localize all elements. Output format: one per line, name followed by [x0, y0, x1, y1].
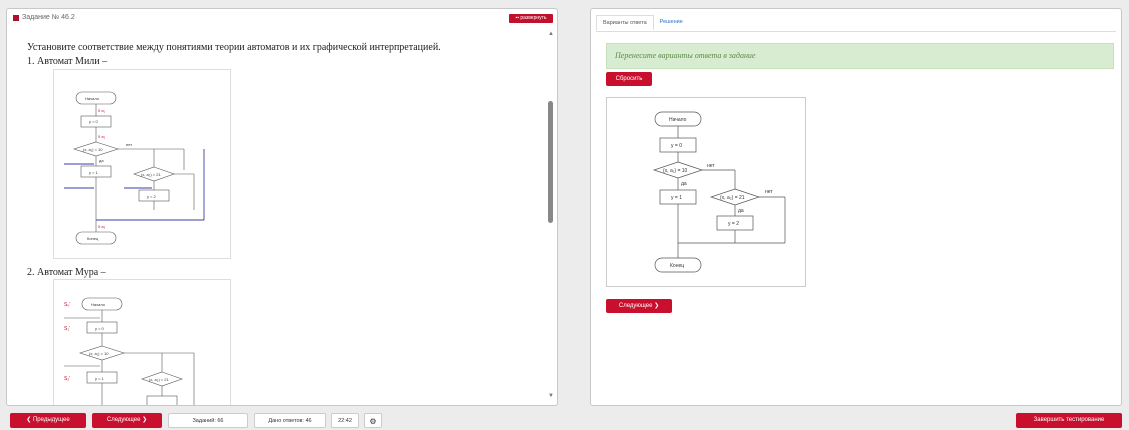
svg-text:δ a₂: δ a₂	[98, 134, 106, 139]
fc2-assign0: y = 0	[95, 326, 105, 331]
fc3-assign1: y = 1	[671, 195, 682, 201]
scroll-thumb[interactable]	[548, 101, 553, 223]
question-text: Установите соответствие между понятиями …	[27, 42, 441, 53]
task-header: Задание № 46.2	[13, 14, 75, 21]
fc1-assign0: y = 0	[89, 119, 99, 124]
fc2-cond1: (x, a₁) = 10	[89, 351, 109, 356]
fc3-assign0: y = 0	[671, 143, 682, 149]
tab-variants[interactable]: Варианты ответа	[596, 15, 654, 30]
finish-test-button[interactable]: Завершить тестирование	[1016, 413, 1122, 428]
fc3-cond2: (x, a₂) = 21	[720, 195, 745, 201]
tab-solution[interactable]: Решение	[654, 15, 689, 30]
svg-text:S₁': S₁'	[64, 326, 70, 332]
prev-button[interactable]: ❮ Предыдущее	[10, 413, 86, 428]
task-panel: Задание № 46.2 ▪▪ развернуть Установите …	[6, 8, 558, 406]
fc2-assign1: y = 1	[95, 376, 105, 381]
tasks-count: Заданий: 66	[168, 413, 248, 428]
svg-text:S₀': S₀'	[64, 302, 70, 308]
expand-button[interactable]: ▪▪ развернуть	[509, 14, 553, 23]
fc3-no: нет	[707, 163, 715, 169]
svg-text:δ a₃: δ a₃	[98, 224, 106, 229]
scroll-up-arrow-icon[interactable]: ▲	[547, 31, 555, 37]
fc2-cond2: (x, a₂) = 21	[149, 377, 169, 382]
fc1-start: Начало	[85, 96, 100, 101]
fc3-assign2: y = 2	[728, 221, 739, 227]
bottom-toolbar: ❮ Предыдущее Следующее ❯ Заданий: 66 Дан…	[0, 410, 1129, 430]
fc1-yes: да	[99, 158, 104, 163]
reset-button[interactable]: Сбросить	[606, 72, 652, 86]
mealy-flowchart: Начало y = 0 (x, a₁) = 10 y = 1 (x, a₂) …	[53, 69, 231, 259]
task-marker-icon	[13, 14, 19, 21]
fc1-no: нет	[126, 142, 132, 147]
svg-text:δ a₁: δ a₁	[98, 108, 106, 113]
svg-text:S₂': S₂'	[64, 376, 70, 382]
fc1-assign2: y = 2	[147, 194, 157, 199]
fc3-cond1: (x, a₁) = 10	[663, 168, 688, 174]
tabs-divider	[596, 31, 1116, 32]
fc3-yes: да	[681, 181, 687, 187]
answer-flowchart[interactable]: Начало y = 0 (x, a₁) = 10 y = 1 (x, a₂) …	[606, 97, 806, 287]
task-title: Задание № 46.2	[22, 14, 75, 21]
scroll-down-arrow-icon[interactable]: ▼	[547, 393, 555, 399]
answer-panel: Варианты ответа Решение Перенесите вариа…	[590, 8, 1122, 406]
fc1-end: Конец	[87, 236, 99, 241]
fc3-no2: нет	[765, 189, 773, 195]
fc1-cond2: (x, a₂) = 21	[141, 172, 161, 177]
answer-tabs: Варианты ответа Решение	[596, 15, 689, 30]
moore-flowchart: Начало y = 0 (x, a₁) = 10 y = 1 (x, a₂) …	[53, 279, 231, 405]
next-button-panel[interactable]: Следующее ❯	[606, 299, 672, 313]
left-scrollbar[interactable]: ▲ ▼	[547, 31, 555, 401]
item-moore-label: 2. Автомат Мура –	[27, 267, 106, 278]
fc1-assign1: y = 1	[89, 170, 99, 175]
fc2-start: Начало	[91, 302, 106, 307]
item-mealy-label: 1. Автомат Мили –	[27, 56, 108, 67]
settings-gear-icon[interactable]: ⚙	[364, 413, 382, 428]
fc3-end: Конец	[670, 263, 684, 269]
timer: 22:42	[331, 413, 359, 428]
fc1-cond1: (x, a₁) = 10	[83, 147, 103, 152]
fc3-start: Начало	[669, 117, 687, 123]
hint-message: Перенесите варианты ответа в задание	[606, 43, 1114, 69]
answers-count: Дано ответов: 46	[254, 413, 326, 428]
fc3-yes2: да	[738, 208, 744, 214]
next-button[interactable]: Следующее ❯	[92, 413, 162, 428]
